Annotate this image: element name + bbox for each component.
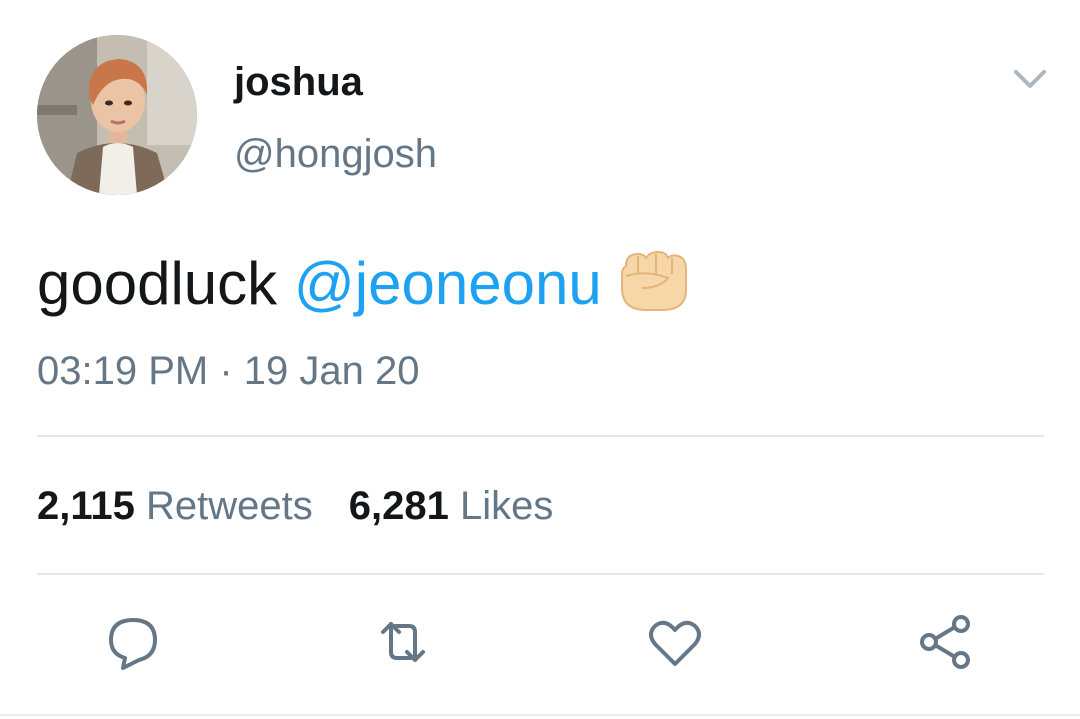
retweet-icon[interactable] xyxy=(373,612,433,672)
chevron-down-icon[interactable] xyxy=(1010,62,1050,96)
reply-icon[interactable] xyxy=(103,612,163,672)
avatar-photo xyxy=(37,35,197,195)
divider xyxy=(37,435,1044,437)
timestamp[interactable]: 03:19 PM · 19 Jan 20 xyxy=(37,347,419,395)
retweets-stat[interactable]: 2,115 Retweets xyxy=(37,484,313,528)
raised-fist-icon xyxy=(620,250,687,311)
user-handle[interactable]: @hongjosh xyxy=(234,130,437,178)
retweets-count: 2,115 xyxy=(37,484,135,528)
likes-label: Likes xyxy=(460,484,554,528)
tweet-body: goodluck xyxy=(37,250,294,317)
tweet-card: joshua @hongjosh goodluck @jeoneonu 03:1… xyxy=(0,0,1080,719)
mention-link[interactable]: @jeoneonu xyxy=(294,250,602,317)
display-name[interactable]: joshua xyxy=(234,58,363,106)
bottom-divider xyxy=(0,714,1080,716)
like-icon[interactable] xyxy=(645,612,705,672)
divider xyxy=(37,573,1044,575)
engagement-stats: 2,115 Retweets 6,281 Likes xyxy=(37,482,553,530)
avatar[interactable] xyxy=(37,35,197,195)
tweet-text: goodluck @jeoneonu xyxy=(37,248,692,319)
retweets-label: Retweets xyxy=(146,484,313,528)
likes-stat[interactable]: 6,281 Likes xyxy=(349,484,554,528)
share-icon[interactable] xyxy=(915,612,975,672)
likes-count: 6,281 xyxy=(348,484,449,528)
